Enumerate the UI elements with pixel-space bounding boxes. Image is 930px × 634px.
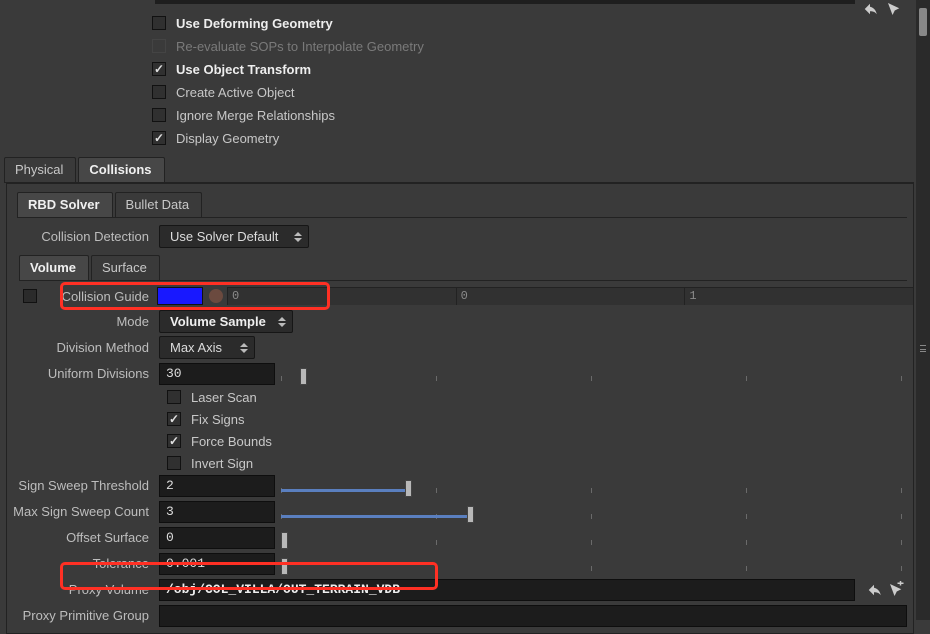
collision-guide-label: Collision Guide — [37, 289, 155, 304]
select-value: Volume Sample — [170, 314, 266, 329]
operator-chooser-icon[interactable] — [887, 581, 905, 599]
check-label: Use Deforming Geometry — [176, 16, 333, 31]
check-use-object-transform[interactable]: Use Object Transform — [152, 60, 930, 78]
slider-thumb[interactable] — [405, 480, 412, 497]
collision-guide-checkbox[interactable] — [23, 289, 37, 303]
dropdown-spinner-icon — [292, 229, 304, 245]
proxy-volume-input[interactable] — [159, 579, 855, 601]
checkbox-icon[interactable] — [167, 412, 181, 426]
max-sign-sweep-count-label: Max Sign Sweep Count — [7, 504, 159, 519]
path-row — [0, 0, 930, 8]
tabs-volume-surface: Volume Surface — [19, 255, 907, 281]
mode-select[interactable]: Volume Sample — [159, 310, 293, 333]
jump-back-icon[interactable] — [865, 581, 883, 599]
check-label: Ignore Merge Relationships — [176, 108, 335, 123]
slider-thumb[interactable] — [281, 558, 288, 575]
guide-color-channels: 0 0 1 — [227, 287, 913, 305]
collisions-panel: RBD Solver Bullet Data Collision Detecti… — [6, 183, 914, 634]
collision-guide-color[interactable] — [157, 287, 203, 305]
collision-guide-row: Collision Guide 0 0 1 — [7, 285, 913, 307]
scrollbar-thumb[interactable] — [919, 8, 927, 36]
max-sign-sweep-count-slider[interactable] — [281, 501, 901, 523]
check-label: Invert Sign — [191, 456, 253, 471]
select-value: Max Axis — [170, 340, 222, 355]
sign-sweep-threshold-input[interactable] — [159, 475, 275, 497]
slider-thumb[interactable] — [281, 532, 288, 549]
check-display-geometry[interactable]: Display Geometry — [152, 129, 930, 147]
offset-surface-input[interactable] — [159, 527, 275, 549]
uniform-divisions-slider[interactable] — [281, 363, 901, 385]
check-laser-scan[interactable]: Laser Scan — [167, 388, 913, 406]
checkbox-icon[interactable] — [152, 16, 166, 30]
check-create-active-object[interactable]: Create Active Object — [152, 83, 930, 101]
dropdown-spinner-icon — [238, 340, 250, 356]
dropdown-spinner-icon — [276, 314, 288, 330]
check-label: Force Bounds — [191, 434, 272, 449]
vertical-scrollbar[interactable] — [916, 0, 930, 620]
color-picker-icon[interactable] — [209, 289, 223, 303]
channel-b[interactable]: 1 — [684, 288, 913, 305]
uniform-divisions-label: Uniform Divisions — [7, 366, 159, 381]
tab-bullet-data[interactable]: Bullet Data — [115, 192, 203, 217]
tab-surface[interactable]: Surface — [91, 255, 160, 280]
checkbox-icon[interactable] — [167, 434, 181, 448]
geometry-options: Use Deforming Geometry Re-evaluate SOPs … — [152, 14, 930, 147]
proxy-prim-group-label: Proxy Primitive Group — [7, 608, 159, 623]
tabs-solver: RBD Solver Bullet Data — [17, 192, 907, 218]
tolerance-slider[interactable] — [281, 553, 901, 575]
tab-collisions[interactable]: Collisions — [78, 157, 164, 182]
slider-thumb[interactable] — [467, 506, 474, 523]
checkbox-icon — [152, 39, 166, 53]
check-label: Fix Signs — [191, 412, 244, 427]
scrollbar-grip-icon — [920, 345, 926, 352]
sign-sweep-threshold-slider[interactable] — [281, 475, 901, 497]
check-label: Display Geometry — [176, 131, 279, 146]
tab-physical[interactable]: Physical — [4, 157, 76, 182]
checkbox-icon[interactable] — [167, 456, 181, 470]
check-fix-signs[interactable]: Fix Signs — [167, 410, 913, 428]
proxy-volume-label: Proxy Volume — [7, 582, 159, 597]
tab-rbd-solver[interactable]: RBD Solver — [17, 192, 113, 217]
collision-detection-select[interactable]: Use Solver Default — [159, 225, 309, 248]
checkbox-icon[interactable] — [152, 85, 166, 99]
tab-volume[interactable]: Volume — [19, 255, 89, 280]
division-method-select[interactable]: Max Axis — [159, 336, 255, 359]
uniform-divisions-input[interactable] — [159, 363, 275, 385]
offset-surface-label: Offset Surface — [7, 530, 159, 545]
tabs-main: Physical Collisions — [4, 157, 914, 183]
check-label: Laser Scan — [191, 390, 257, 405]
division-method-label: Division Method — [7, 340, 159, 355]
offset-surface-slider[interactable] — [281, 527, 901, 549]
channel-r[interactable]: 0 — [227, 288, 456, 305]
tolerance-input[interactable] — [159, 553, 275, 575]
sop-path-input[interactable] — [155, 0, 855, 4]
check-label: Create Active Object — [176, 85, 295, 100]
check-force-bounds[interactable]: Force Bounds — [167, 432, 913, 450]
checkbox-icon[interactable] — [152, 62, 166, 76]
mode-label: Mode — [7, 314, 159, 329]
check-ignore-merge-relationships[interactable]: Ignore Merge Relationships — [152, 106, 930, 124]
check-invert-sign[interactable]: Invert Sign — [167, 454, 913, 472]
max-sign-sweep-count-input[interactable] — [159, 501, 275, 523]
proxy-prim-group-input[interactable] — [159, 605, 907, 627]
checkbox-icon[interactable] — [152, 108, 166, 122]
slider-thumb[interactable] — [300, 368, 307, 385]
collision-detection-label: Collision Detection — [7, 229, 159, 244]
check-label: Re-evaluate SOPs to Interpolate Geometry — [176, 39, 424, 54]
tolerance-label: Tolerance — [7, 556, 159, 571]
check-reevaluate-sops: Re-evaluate SOPs to Interpolate Geometry — [152, 37, 930, 55]
checkbox-icon[interactable] — [152, 131, 166, 145]
check-use-deforming-geometry[interactable]: Use Deforming Geometry — [152, 14, 930, 32]
sign-sweep-threshold-label: Sign Sweep Threshold — [7, 478, 159, 493]
check-label: Use Object Transform — [176, 62, 311, 77]
checkbox-icon[interactable] — [167, 390, 181, 404]
channel-g[interactable]: 0 — [456, 288, 685, 305]
select-value: Use Solver Default — [170, 229, 278, 244]
